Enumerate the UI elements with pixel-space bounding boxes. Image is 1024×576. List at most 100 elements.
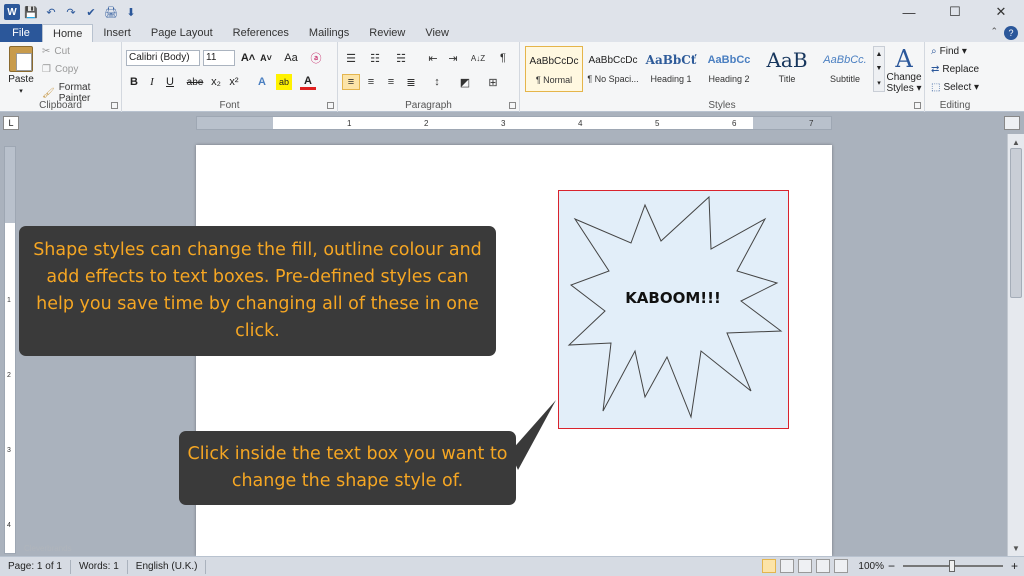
tab-view[interactable]: View: [415, 24, 459, 42]
scroll-up-icon[interactable]: ▲: [876, 51, 883, 58]
undo-icon[interactable]: ↶: [42, 3, 60, 21]
change-case-button[interactable]: Aa: [280, 50, 302, 66]
change-styles-button[interactable]: A Change Styles ▾: [885, 46, 923, 94]
line-spacing-icon[interactable]: ↕: [428, 74, 446, 90]
style-heading-1[interactable]: AaBbCť Heading 1: [642, 46, 700, 92]
decrease-indent-icon[interactable]: ⇤: [424, 50, 442, 66]
redo-icon[interactable]: ↷: [62, 3, 80, 21]
shading-icon[interactable]: ◩: [456, 74, 474, 90]
underline-button[interactable]: U: [162, 74, 178, 90]
horizontal-ruler[interactable]: 1 2 3 4 5 6 7: [196, 116, 832, 130]
spellcheck-icon[interactable]: ✔: [82, 3, 100, 21]
zoom-level[interactable]: 100%: [858, 561, 884, 572]
style-name: Subtitle: [829, 74, 861, 84]
more-icon[interactable]: ▾: [877, 79, 881, 87]
style-title[interactable]: AaB Title: [758, 46, 816, 92]
borders-icon[interactable]: ⊞: [484, 74, 502, 90]
highlight-button[interactable]: ab: [276, 74, 292, 90]
cut-button[interactable]: ✂ Cut: [42, 46, 70, 57]
increase-indent-icon[interactable]: ⇥: [444, 50, 462, 66]
scroll-thumb[interactable]: [1010, 148, 1022, 298]
find-button[interactable]: ⌕ Find ▾: [931, 46, 967, 57]
tab-file[interactable]: File: [0, 24, 42, 42]
italic-button[interactable]: I: [144, 74, 160, 90]
style-subtitle[interactable]: AaBbCc. Subtitle: [816, 46, 874, 92]
text-box[interactable]: KABOOM!!!: [558, 190, 789, 429]
style-no-spacing[interactable]: AaBbCcDc ¶ No Spaci...: [584, 46, 642, 92]
grow-font-button[interactable]: A˄: [240, 50, 256, 66]
help-icon[interactable]: ?: [1004, 26, 1018, 40]
bold-button[interactable]: B: [126, 74, 142, 90]
tab-page-layout[interactable]: Page Layout: [141, 24, 223, 42]
superscript-button[interactable]: x²: [226, 74, 242, 90]
replace-button[interactable]: ⇄ Replace: [931, 64, 979, 75]
word-count[interactable]: Words: 1: [71, 559, 128, 574]
textbox-text[interactable]: KABOOM!!!: [559, 289, 787, 307]
style-sample: AaBbCc.: [823, 54, 867, 66]
align-center-icon[interactable]: ≡: [362, 74, 380, 90]
justify-icon[interactable]: ≣: [402, 74, 420, 90]
print-layout-view-icon[interactable]: [762, 559, 777, 573]
text-effects-button[interactable]: A: [254, 74, 270, 90]
tab-mailings[interactable]: Mailings: [299, 24, 359, 42]
tab-review[interactable]: Review: [359, 24, 415, 42]
sort-button[interactable]: A↓Z: [468, 50, 488, 66]
explosion-shape[interactable]: [559, 191, 787, 427]
style-name: ¶ No Spaci...: [587, 74, 639, 84]
view-ruler-icon[interactable]: [1004, 116, 1020, 130]
scroll-down-icon[interactable]: ▼: [876, 65, 883, 72]
full-screen-view-icon[interactable]: [780, 559, 795, 573]
tab-home[interactable]: Home: [42, 24, 94, 42]
word-logo-icon[interactable]: W: [4, 4, 20, 20]
minimize-ribbon-icon[interactable]: ⌃: [990, 26, 998, 40]
print-preview-icon[interactable]: 🖨: [102, 3, 120, 21]
styles-gallery-scroll[interactable]: ▲ ▼ ▾: [873, 46, 885, 92]
scroll-down-arrow-icon[interactable]: ▼: [1008, 540, 1024, 556]
multilevel-list-icon[interactable]: ☵: [392, 50, 410, 66]
zoom-out-button[interactable]: −: [888, 559, 895, 573]
align-left-icon[interactable]: ≡: [342, 74, 360, 90]
tab-selector-icon[interactable]: L: [3, 116, 19, 130]
style-name: Title: [778, 74, 796, 84]
page-count[interactable]: Page: 1 of 1: [0, 559, 71, 574]
bullets-icon[interactable]: ☰: [342, 50, 360, 66]
subscript-button[interactable]: x₂: [208, 74, 224, 90]
vertical-ruler[interactable]: 1 2 3 4: [4, 146, 16, 554]
align-right-icon[interactable]: ≡: [382, 74, 400, 90]
paste-dropdown-icon[interactable]: ▾: [6, 87, 36, 95]
tab-references[interactable]: References: [223, 24, 299, 42]
web-layout-view-icon[interactable]: [798, 559, 813, 573]
style-heading-2[interactable]: AaBbCc Heading 2: [700, 46, 758, 92]
maximize-button[interactable]: ☐: [932, 0, 978, 24]
strikethrough-button[interactable]: abe: [184, 74, 206, 90]
font-size-input[interactable]: 11: [203, 50, 235, 66]
paragraph-group: ☰ ☷ ☵ ⇤ ⇥ A↓Z ¶ ≡ ≡ ≡ ≣ ↕ ◩ ⊞ Paragraph: [338, 42, 520, 112]
draft-view-icon[interactable]: [834, 559, 849, 573]
save-icon[interactable]: 💾: [22, 3, 40, 21]
zoom-in-button[interactable]: +: [1011, 559, 1018, 573]
font-launcher-icon[interactable]: [327, 102, 334, 109]
shrink-font-button[interactable]: A˅: [258, 50, 274, 66]
show-formatting-button[interactable]: ¶: [494, 50, 512, 66]
minimize-button[interactable]: —: [886, 0, 932, 24]
font-name-input[interactable]: Calibri (Body): [126, 50, 200, 66]
paragraph-launcher-icon[interactable]: [509, 102, 516, 109]
close-button[interactable]: ✕: [978, 0, 1024, 24]
vertical-scrollbar[interactable]: ▲ ▼: [1007, 134, 1024, 556]
clipboard-launcher-icon[interactable]: [111, 102, 118, 109]
copy-button[interactable]: ❐ Copy: [42, 64, 78, 75]
numbering-icon[interactable]: ☷: [366, 50, 384, 66]
select-button[interactable]: ⬚ Select ▾: [931, 82, 979, 93]
zoom-slider[interactable]: [902, 560, 1003, 572]
paste-button[interactable]: Paste ▾: [6, 46, 36, 95]
font-color-button[interactable]: A: [300, 74, 316, 90]
style-normal[interactable]: AaBbCcDc ¶ Normal: [525, 46, 583, 92]
styles-launcher-icon[interactable]: [914, 102, 921, 109]
clear-formatting-button[interactable]: ⓐ: [308, 50, 324, 66]
zoom-slider-thumb[interactable]: [948, 560, 955, 572]
tab-insert[interactable]: Insert: [93, 24, 141, 42]
outline-view-icon[interactable]: [816, 559, 831, 573]
ruler-tick: 3: [7, 447, 11, 454]
customize-qat-icon[interactable]: ⬇: [122, 3, 140, 21]
language-indicator[interactable]: English (U.K.): [128, 559, 207, 574]
